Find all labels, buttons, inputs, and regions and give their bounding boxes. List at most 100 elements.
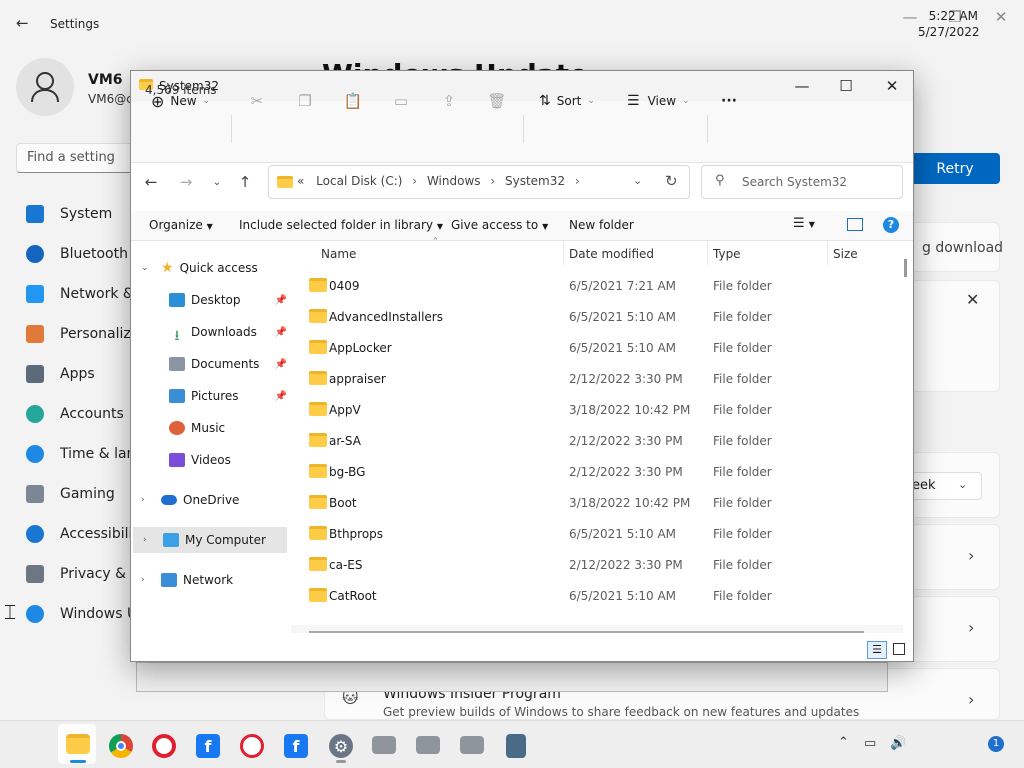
file-row[interactable]: 0409 6/5/2021 7:21 AM File folder bbox=[301, 270, 861, 301]
give-access-button[interactable]: Give access to ▼ bbox=[451, 218, 548, 232]
column-header-type[interactable]: Type bbox=[713, 247, 741, 261]
start-windows-icon[interactable] bbox=[20, 734, 42, 756]
file-row[interactable]: AppV 3/18/2022 10:42 PM File folder bbox=[301, 394, 861, 425]
back-arrow-icon[interactable]: ← bbox=[16, 14, 29, 32]
rename-icon[interactable]: ▭ bbox=[389, 89, 413, 113]
update-icon bbox=[26, 605, 44, 623]
breadcrumb-local-disk[interactable]: Local Disk (C:) bbox=[316, 174, 402, 188]
large-icons-view-icon[interactable] bbox=[893, 643, 905, 655]
file-row[interactable]: appraiser 2/12/2022 3:30 PM File folder bbox=[301, 363, 861, 394]
clock[interactable]: 5:22 AM 5/27/2022 bbox=[918, 8, 980, 40]
opera-gx-taskbar-icon[interactable] bbox=[240, 734, 264, 758]
nav-network[interactable]: Network & bbox=[26, 282, 146, 306]
preview-pane-icon[interactable] bbox=[847, 218, 863, 231]
tree-videos[interactable]: Videos bbox=[131, 447, 291, 473]
nav-windows-update[interactable]: Windows U bbox=[26, 602, 146, 626]
nav-personalization[interactable]: Personaliza bbox=[26, 322, 146, 346]
settings-gear-taskbar-icon[interactable]: ⚙ bbox=[329, 734, 353, 758]
up-arrow-icon[interactable]: ↑ bbox=[235, 173, 255, 191]
opera-taskbar-icon[interactable] bbox=[152, 734, 176, 758]
close-icon[interactable]: ✕ bbox=[991, 8, 1011, 26]
file-date: 2/12/2022 3:30 PM bbox=[569, 434, 683, 448]
file-row[interactable]: Bthprops 6/5/2021 5:10 AM File folder bbox=[301, 518, 861, 549]
vertical-scrollbar-thumb[interactable] bbox=[904, 259, 907, 277]
column-header-date[interactable]: Date modified bbox=[569, 247, 654, 261]
chevron-right-icon: › bbox=[968, 690, 975, 709]
nav-accounts[interactable]: Accounts bbox=[26, 402, 146, 426]
tree-pictures[interactable]: Pictures 📌 bbox=[131, 383, 291, 409]
include-library-button[interactable]: Include selected folder in library ▼ bbox=[239, 218, 443, 232]
file-row[interactable]: AppLocker 6/5/2021 5:10 AM File folder bbox=[301, 332, 861, 363]
nav-system[interactable]: System bbox=[26, 202, 146, 226]
sort-button[interactable]: ⇅ Sort ⌄ bbox=[539, 87, 595, 115]
breadcrumb-windows[interactable]: Windows bbox=[427, 174, 481, 188]
retry-button[interactable]: Retry bbox=[910, 153, 1000, 184]
change-view-icon[interactable]: ☰ ▼ bbox=[793, 216, 815, 231]
facebook-taskbar-icon[interactable]: f bbox=[284, 734, 308, 758]
forward-arrow-icon[interactable]: → bbox=[176, 173, 196, 191]
file-row[interactable]: ca-ES 2/12/2022 3:30 PM File folder bbox=[301, 549, 861, 580]
nav-accessibility[interactable]: Accessibili bbox=[26, 522, 146, 546]
volume-icon[interactable]: 🔊 bbox=[890, 736, 906, 751]
help-icon[interactable]: ? bbox=[883, 217, 899, 233]
file-row[interactable]: ar-SA 2/12/2022 3:30 PM File folder bbox=[301, 425, 861, 456]
nav-bluetooth[interactable]: Bluetooth & bbox=[26, 242, 146, 266]
delete-icon[interactable]: 🗑 bbox=[485, 89, 509, 113]
tree-my-computer[interactable]: › My Computer bbox=[133, 527, 287, 553]
details-view-icon[interactable]: ☰ bbox=[867, 641, 887, 659]
search-input[interactable]: Search System32 bbox=[701, 165, 903, 199]
column-divider[interactable] bbox=[827, 241, 828, 265]
breadcrumb-system32[interactable]: System32 bbox=[505, 174, 565, 188]
nav-gaming[interactable]: Gaming bbox=[26, 482, 146, 506]
file-row[interactable]: CatRoot 6/5/2021 5:10 AM File folder bbox=[301, 580, 861, 611]
folder-icon bbox=[309, 464, 327, 478]
tree-onedrive[interactable]: › OneDrive bbox=[131, 487, 291, 513]
column-header-size[interactable]: Size bbox=[833, 247, 858, 261]
recent-dropdown-icon[interactable]: ⌄ bbox=[207, 177, 227, 188]
tree-network[interactable]: › Network bbox=[131, 567, 291, 593]
network-tray-icon[interactable]: ▭ bbox=[864, 736, 876, 751]
tree-quick-access[interactable]: ⌄ ★ Quick access bbox=[131, 255, 291, 281]
tree-desktop[interactable]: Desktop 📌 bbox=[131, 287, 291, 313]
close-icon[interactable]: ✕ bbox=[869, 73, 913, 99]
app-taskbar-icon[interactable] bbox=[372, 736, 396, 754]
chrome-taskbar-icon[interactable] bbox=[109, 734, 133, 758]
minimize-icon[interactable]: — bbox=[900, 8, 920, 26]
cut-icon[interactable]: ✂ bbox=[245, 89, 269, 113]
app-taskbar-icon[interactable] bbox=[416, 736, 440, 754]
tree-downloads[interactable]: ⭳ Downloads 📌 bbox=[131, 319, 291, 345]
overflow-chevron[interactable]: « bbox=[297, 174, 304, 188]
tree-music[interactable]: Music bbox=[131, 415, 291, 441]
minimize-icon[interactable]: — bbox=[779, 73, 825, 99]
file-explorer-taskbar-icon[interactable] bbox=[66, 734, 90, 754]
nav-time-language[interactable]: Time & lang bbox=[26, 442, 146, 466]
dismiss-icon[interactable]: ✕ bbox=[966, 290, 979, 309]
maximize-icon[interactable]: ☐ bbox=[823, 73, 869, 99]
organize-button[interactable]: Organize ▼ bbox=[149, 218, 213, 232]
address-bar[interactable]: « Local Disk (C:) › Windows › System32 ›… bbox=[268, 165, 690, 199]
refresh-icon[interactable]: ↻ bbox=[665, 172, 678, 190]
nav-label: Gaming bbox=[60, 486, 115, 502]
nav-apps[interactable]: Apps bbox=[26, 362, 146, 386]
address-dropdown-icon[interactable]: ⌄ bbox=[633, 174, 642, 187]
new-folder-button[interactable]: New folder bbox=[569, 218, 634, 232]
more-options-button[interactable]: ··· bbox=[721, 87, 737, 115]
file-row[interactable]: AdvancedInstallers 6/5/2021 5:10 AM File f… bbox=[301, 301, 861, 332]
calculator-taskbar-icon[interactable] bbox=[506, 734, 526, 758]
back-arrow-icon[interactable]: ← bbox=[141, 173, 161, 191]
nav-privacy[interactable]: Privacy & s bbox=[26, 562, 146, 586]
column-divider[interactable] bbox=[563, 241, 564, 265]
view-button[interactable]: ☰ View ⌄ bbox=[627, 87, 690, 115]
column-header-name[interactable]: Name bbox=[321, 247, 356, 261]
paste-icon[interactable]: 📋 bbox=[341, 89, 365, 113]
file-row[interactable]: Boot 3/18/2022 10:42 PM File folder bbox=[301, 487, 861, 518]
notification-badge[interactable]: 1 bbox=[988, 736, 1004, 752]
facebook-taskbar-icon[interactable]: f bbox=[196, 734, 220, 758]
tree-documents[interactable]: Documents 📌 bbox=[131, 351, 291, 377]
file-row[interactable]: bg-BG 2/12/2022 3:30 PM File folder bbox=[301, 456, 861, 487]
column-divider[interactable] bbox=[707, 241, 708, 265]
chevron-up-icon[interactable]: ⌃ bbox=[838, 735, 849, 750]
app-taskbar-icon[interactable] bbox=[460, 736, 484, 754]
copy-icon[interactable]: ❐ bbox=[293, 89, 317, 113]
share-icon[interactable]: ⇪ bbox=[437, 89, 461, 113]
